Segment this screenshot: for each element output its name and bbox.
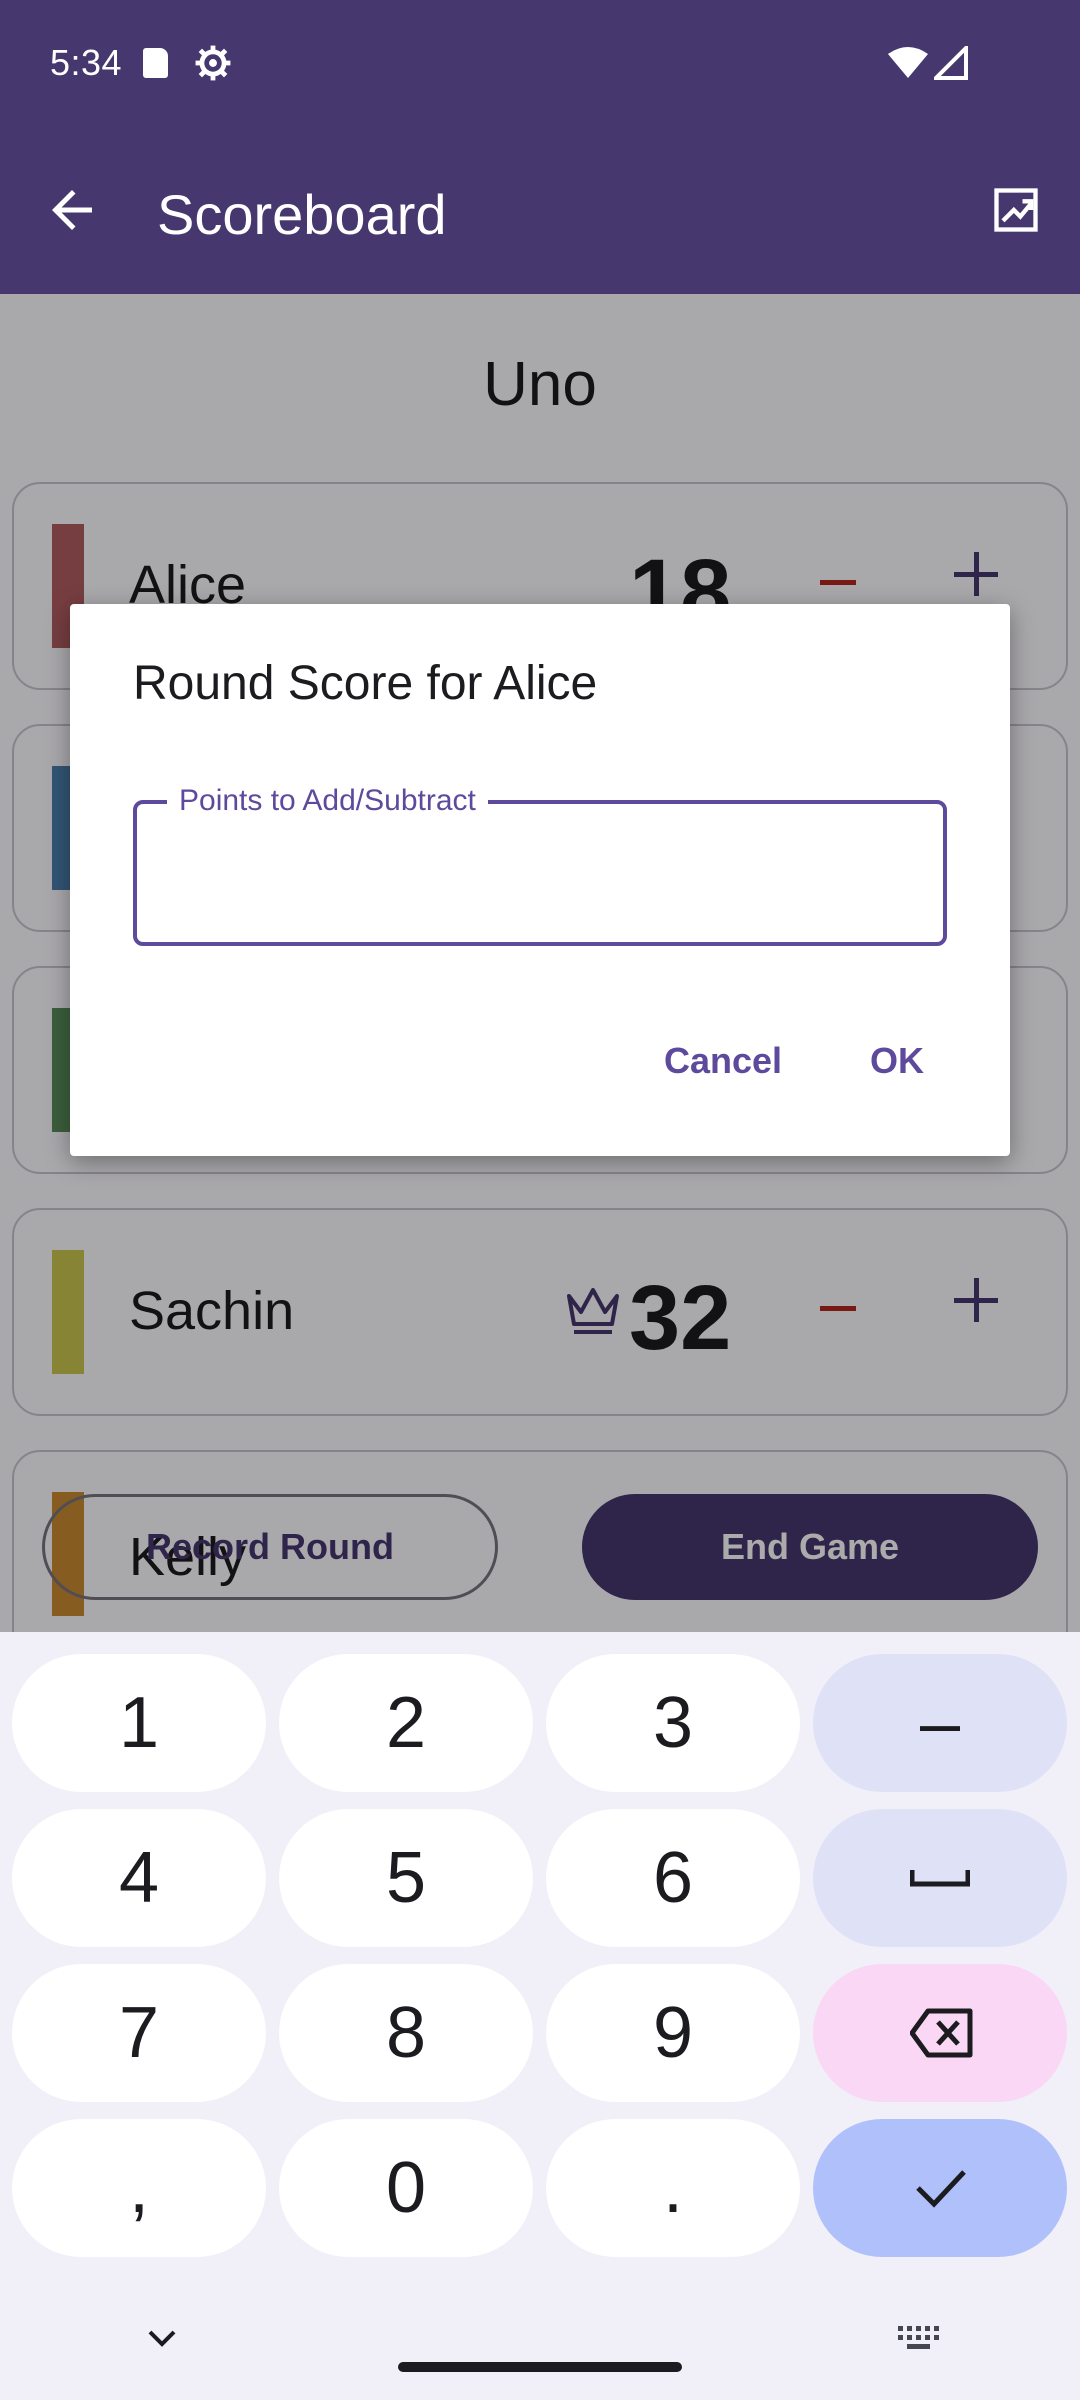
key-5[interactable]: 5 bbox=[279, 1809, 533, 1947]
key-1[interactable]: 1 bbox=[12, 1654, 266, 1792]
key-enter[interactable] bbox=[813, 2119, 1067, 2257]
key-minus[interactable]: – bbox=[813, 1654, 1067, 1792]
top-app-bar: Scoreboard bbox=[0, 128, 1080, 294]
checkmark-icon bbox=[916, 2170, 966, 2208]
page-title: Scoreboard bbox=[157, 183, 447, 246]
status-time: 5:34 bbox=[50, 42, 123, 83]
key-0[interactable]: 0 bbox=[279, 2119, 533, 2257]
key-2[interactable]: 2 bbox=[279, 1654, 533, 1792]
key-comma[interactable]: , bbox=[12, 2119, 266, 2257]
wifi-icon bbox=[888, 47, 928, 78]
back-arrow-icon[interactable] bbox=[42, 180, 102, 240]
dialog-title: Round Score for Alice bbox=[133, 657, 598, 710]
round-score-dialog: Round Score for Alice Points to Add/Subt… bbox=[70, 604, 1010, 1156]
cancel-button[interactable]: Cancel bbox=[664, 1040, 782, 1082]
key-7[interactable]: 7 bbox=[12, 1964, 266, 2102]
key-space[interactable] bbox=[813, 1809, 1067, 1947]
key-8[interactable]: 8 bbox=[279, 1964, 533, 2102]
key-3[interactable]: 3 bbox=[546, 1654, 800, 1792]
points-field-label: Points to Add/Subtract bbox=[167, 784, 488, 818]
points-input[interactable] bbox=[157, 844, 917, 904]
settings-gear-icon bbox=[195, 45, 231, 81]
home-indicator[interactable] bbox=[398, 2362, 682, 2372]
key-period[interactable]: . bbox=[546, 2119, 800, 2257]
ok-button[interactable]: OK bbox=[870, 1040, 924, 1082]
sd-card-icon bbox=[143, 48, 168, 78]
status-bar: 5:34 bbox=[0, 0, 1080, 128]
keyboard-icon[interactable] bbox=[896, 2322, 940, 2354]
chart-icon[interactable] bbox=[990, 184, 1042, 236]
key-4[interactable]: 4 bbox=[12, 1809, 266, 1947]
chevron-down-icon[interactable] bbox=[142, 2318, 182, 2358]
backspace-icon bbox=[910, 2008, 973, 2058]
cell-signal-icon bbox=[934, 46, 968, 80]
points-field[interactable]: Points to Add/Subtract bbox=[133, 784, 947, 946]
key-backspace[interactable] bbox=[813, 1964, 1067, 2102]
space-icon bbox=[910, 1870, 970, 1887]
key-9[interactable]: 9 bbox=[546, 1964, 800, 2102]
key-6[interactable]: 6 bbox=[546, 1809, 800, 1947]
